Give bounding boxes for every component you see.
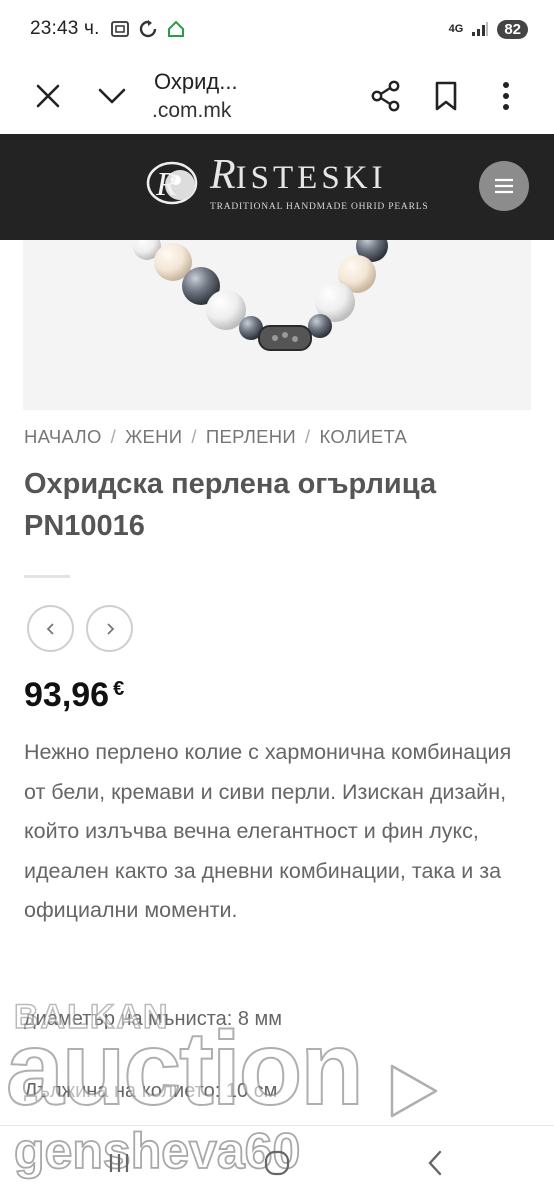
home-circle-icon (264, 1150, 290, 1176)
back-button[interactable] (400, 1138, 470, 1188)
sync-icon (139, 20, 156, 38)
battery-level: 82 (497, 19, 528, 39)
product-title-line2: PN10016 (24, 510, 145, 543)
price-value: 93,96 (24, 676, 110, 714)
status-left-icons (110, 19, 186, 39)
more-button[interactable] (476, 66, 536, 126)
svg-text:R: R (155, 166, 177, 203)
signal-icon (472, 22, 489, 36)
next-product-button[interactable] (86, 605, 133, 652)
page-title: Охрид... (154, 68, 238, 94)
menu-button[interactable] (479, 161, 529, 211)
breadcrumb-separator: / (191, 426, 197, 447)
logo-tagline: TRADITIONAL HANDMADE OHRID PEARLS (210, 202, 429, 212)
share-icon (371, 80, 400, 112)
breadcrumb-home[interactable]: НАЧАЛО (24, 426, 102, 447)
spec-length: Дължина на колието: 10 см (24, 1080, 278, 1102)
hamburger-icon (495, 178, 513, 194)
bookmark-icon (435, 81, 457, 111)
breadcrumb-women[interactable]: ЖЕНИ (125, 426, 182, 447)
breadcrumb: НАЧАЛО / ЖЕНИ / ПЕРЛЕНИ / КОЛИЕТА (24, 426, 407, 448)
breadcrumb-separator: / (110, 426, 117, 447)
breadcrumb-pearl[interactable]: ПЕРЛЕНИ (206, 426, 296, 447)
product-price: 93,96 € (24, 676, 124, 715)
product-title: Охридска перлена огърлица PN10016 (24, 463, 524, 547)
more-vert-icon (503, 82, 509, 110)
back-icon (428, 1150, 442, 1176)
browser-toolbar: Охрид... .com.mk (0, 58, 554, 134)
status-bar: 23:43 ч. 4G 82 (0, 0, 554, 58)
price-currency: € (113, 678, 125, 700)
home-outline-icon (167, 20, 184, 37)
bookmark-button[interactable] (416, 66, 476, 126)
chevron-right-icon (106, 622, 114, 635)
system-navigation-bar (0, 1126, 554, 1200)
spec-diameter: диаметър на мъниста: 8 мм (24, 1008, 283, 1030)
previous-product-button[interactable] (27, 605, 74, 652)
page-info[interactable]: Охрид... .com.mk (152, 67, 294, 125)
product-title-line1: Охридска перлена огърлица (24, 468, 437, 500)
necklace-illustration (133, 240, 388, 351)
recent-apps-button[interactable] (84, 1138, 154, 1188)
share-button[interactable] (356, 66, 416, 126)
site-header: R RISTESKI TRADITIONAL HANDMADE OHRID PE… (0, 134, 554, 240)
site-logo[interactable]: R RISTESKI TRADITIONAL HANDMADE OHRID PE… (142, 154, 428, 212)
product-description: Нежно перлено колие с хармонична комбина… (24, 740, 512, 922)
watermark-play-icon (390, 1064, 438, 1118)
chevron-down-icon (98, 88, 126, 104)
screenshot-icon (110, 21, 129, 37)
page-url: .com.mk (152, 98, 232, 122)
product-image[interactable] (23, 240, 531, 410)
close-button[interactable] (18, 66, 78, 126)
pearl-emblem-icon: R (146, 161, 198, 205)
breadcrumb-separator: / (305, 426, 311, 447)
logo-name: RISTESKI (210, 152, 387, 198)
home-button[interactable] (242, 1138, 312, 1188)
close-icon (36, 84, 60, 108)
status-time: 23:43 ч. (30, 18, 100, 39)
breadcrumb-necklaces[interactable]: КОЛИЕТА (320, 426, 408, 447)
chevron-left-icon (46, 622, 54, 635)
recents-icon (109, 1154, 129, 1172)
title-divider (24, 575, 70, 578)
collapse-button[interactable] (82, 66, 142, 126)
network-type: 4G (448, 23, 464, 35)
